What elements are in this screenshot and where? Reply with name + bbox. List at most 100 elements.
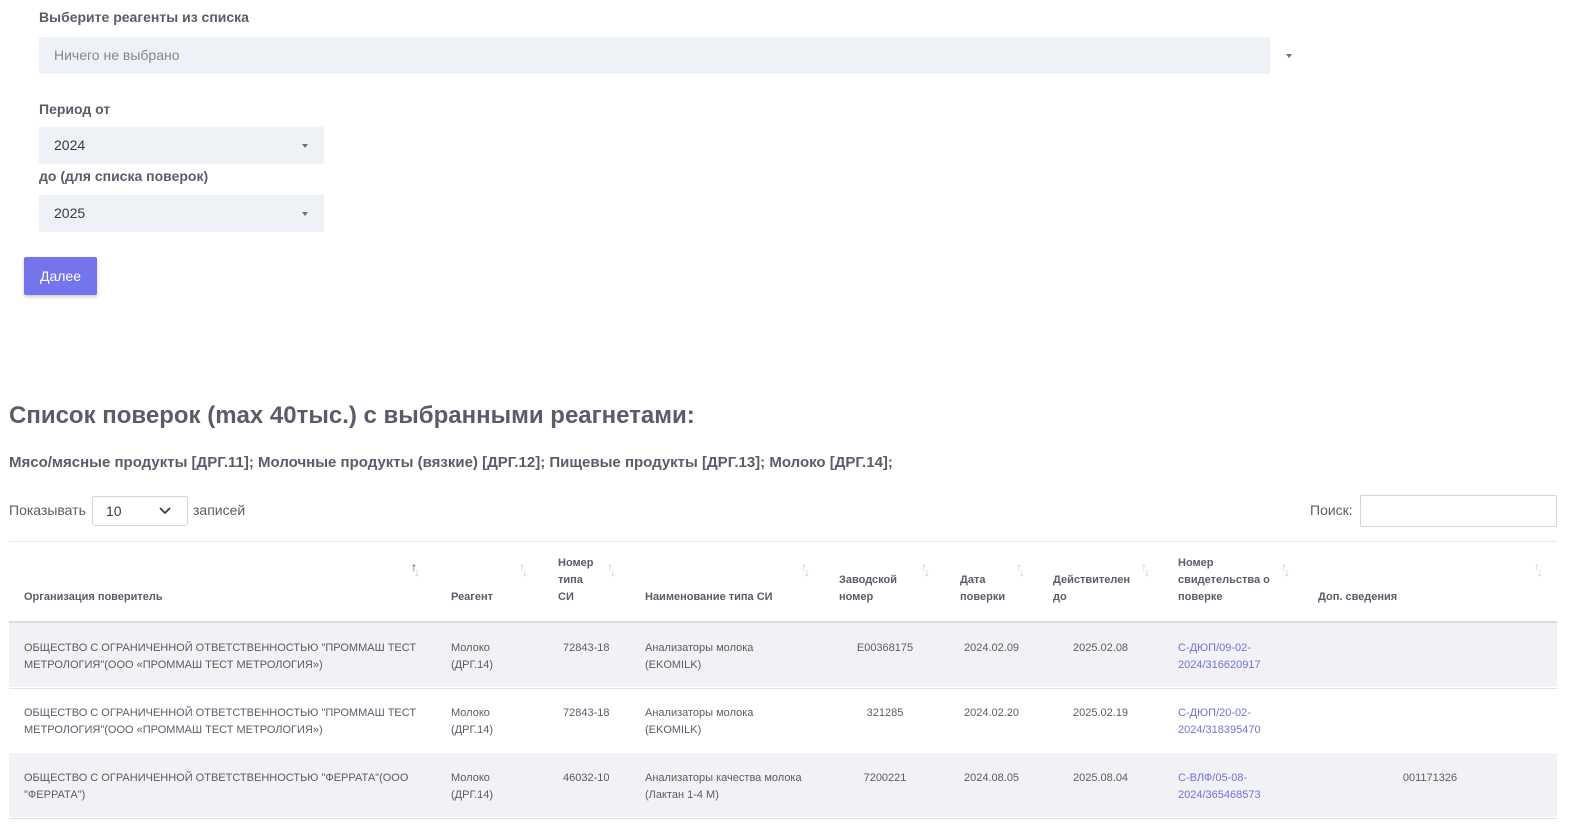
cell-type-name: Анализаторы качества молока (Лактан 1-4 М… [645, 770, 802, 803]
cell-organization: ОБЩЕСТВО С ОГРАНИЧЕННОЙ ОТВЕТСТВЕННОСТЬЮ… [24, 640, 416, 673]
header-label: Заводской [839, 574, 897, 586]
cell-reagent: Молоко (ДРГ.14) [451, 640, 493, 673]
table-top-border [9, 541, 1557, 542]
cell-reagent-line: Молоко [451, 642, 490, 654]
cell-valid-until: 2025.08.04 [1073, 772, 1129, 784]
cell-reagent-line: Молоко [451, 772, 490, 784]
header-label: Действителен [1053, 574, 1130, 586]
cell-certificate-line: 2024/318395470 [1178, 723, 1261, 736]
cell-type-name-line: Анализаторы молока [645, 707, 754, 719]
cell-type-name: Анализаторы молока (EKOMILK) [645, 640, 753, 673]
cell-certificate[interactable]: С-ДЮП/20-02- 2024/318395470 [1178, 705, 1261, 738]
caret-down-icon [302, 212, 308, 216]
cell-reagent-line: (ДРГ.14) [451, 788, 494, 801]
cell-verification-date: 2024.02.20 [964, 707, 1020, 719]
sort-icon[interactable]: ↑↓ [1141, 560, 1150, 579]
sort-icon[interactable]: ↑↓ [1016, 560, 1025, 579]
cell-reagent-line: (ДРГ.14) [451, 658, 494, 671]
cell-serial: 7200221 [863, 772, 907, 784]
header-label: типа [558, 574, 583, 586]
header-label: Доп. сведения [1318, 591, 1398, 603]
sort-icon[interactable]: ↑↓ [1281, 560, 1290, 579]
sort-icon[interactable]: ↑↓ [519, 560, 528, 579]
cell-type-name: Анализаторы молока (EKOMILK) [645, 705, 753, 738]
search-label: Поиск: [1310, 502, 1353, 518]
cell-type-name-line: (EKOMILK) [645, 723, 702, 736]
cell-type-number: 72843-18 [563, 707, 610, 719]
col-certificate-header[interactable]: Номер свидетельства о поверке [1178, 555, 1270, 606]
search-input[interactable] [1360, 495, 1557, 527]
cell-organization-line: "ФЕРРАТА") [24, 788, 86, 801]
next-button[interactable]: Далее [24, 257, 97, 295]
header-label: Номер [558, 557, 594, 569]
cell-organization-line: МЕТРОЛОГИЯ"(ООО «ПРОММАШ ТЕСТ МЕТРОЛОГИЯ… [24, 723, 323, 736]
cell-valid-until: 2025.02.08 [1073, 642, 1129, 654]
period-to-label: до (для списка поверок) [39, 168, 209, 184]
period-to-select[interactable]: 2025 [39, 195, 324, 232]
col-verification-date-header[interactable]: Дата поверки [960, 572, 1005, 606]
cell-certificate-line: С-ДЮП/20-02- [1178, 707, 1251, 719]
sort-icon[interactable]: ↑↓ [921, 560, 930, 579]
cell-reagent: Молоко (ДРГ.14) [451, 705, 493, 738]
col-organization-header[interactable]: Организация поверитель [24, 589, 163, 606]
cell-type-name-line: (Лактан 1-4 М) [645, 788, 719, 801]
caret-down-icon [1286, 54, 1292, 58]
sort-icon[interactable]: ↑↓ [607, 560, 616, 579]
cell-organization: ОБЩЕСТВО С ОГРАНИЧЕННОЙ ОТВЕТСТВЕННОСТЬЮ… [24, 770, 408, 803]
col-type-number-header[interactable]: Номер типа СИ [558, 555, 594, 606]
period-from-select[interactable]: 2024 [39, 127, 324, 164]
cell-type-name-line: Анализаторы молока [645, 642, 754, 654]
header-label: Номер [1178, 557, 1214, 569]
cell-organization-line: ОБЩЕСТВО С ОГРАНИЧЕННОЙ ОТВЕТСТВЕННОСТЬЮ… [24, 772, 409, 784]
records-label: записей [193, 502, 246, 518]
cell-serial: E00368175 [856, 642, 914, 654]
page-length-select[interactable]: 10 [92, 496, 188, 526]
reagents-select[interactable]: Ничего не выбрано [39, 37, 1292, 74]
cell-certificate[interactable]: С-ВЛФ/05-08- 2024/365468573 [1178, 770, 1261, 803]
show-label: Показывать [9, 502, 86, 518]
cell-type-number: 72843-18 [563, 642, 610, 654]
header-label: Наименование типа СИ [645, 591, 773, 603]
header-label: Реагент [451, 591, 494, 603]
col-serial-header[interactable]: Заводской номер [839, 572, 897, 606]
cell-organization-line: ОБЩЕСТВО С ОГРАНИЧЕННОЙ ОТВЕТСТВЕННОСТЬЮ… [24, 707, 417, 719]
cell-certificate-line: С-ДЮП/09-02- [1178, 642, 1251, 654]
header-label: СИ [558, 591, 574, 603]
sort-icon[interactable]: ↑↓ [801, 560, 810, 579]
cell-certificate-line: 2024/316620917 [1178, 658, 1261, 671]
header-label: поверке [1178, 591, 1223, 603]
sort-icon[interactable]: ↑↓ [1534, 560, 1543, 579]
cell-type-name-line: (EKOMILK) [645, 658, 702, 671]
selected-reagents: Мясо/мясные продукты [ДРГ.11]; Молочные … [9, 454, 893, 471]
cell-organization: ОБЩЕСТВО С ОГРАНИЧЕННОЙ ОТВЕТСТВЕННОСТЬЮ… [24, 705, 416, 738]
cell-organization-line: МЕТРОЛОГИЯ"(ООО «ПРОММАШ ТЕСТ МЕТРОЛОГИЯ… [24, 658, 323, 671]
row-divider [9, 818, 1557, 819]
col-type-name-header[interactable]: Наименование типа СИ [645, 589, 773, 606]
sort-icon[interactable]: ↑↓ [411, 560, 420, 579]
cell-verification-date: 2024.02.09 [964, 642, 1020, 654]
col-extra-header[interactable]: Доп. сведения [1318, 589, 1397, 606]
cell-extra: 001171326 [1402, 772, 1458, 784]
col-valid-until-header[interactable]: Действителен до [1053, 572, 1130, 606]
chevron-down-icon [159, 507, 171, 515]
header-label: свидетельства о [1178, 574, 1270, 586]
col-reagent-header[interactable]: Реагент [451, 589, 493, 606]
period-to-value: 2025 [54, 205, 86, 221]
cell-valid-until: 2025.02.19 [1073, 707, 1129, 719]
cell-certificate[interactable]: С-ДЮП/09-02- 2024/316620917 [1178, 640, 1261, 673]
header-label: Организация поверитель [24, 591, 163, 603]
cell-reagent-line: (ДРГ.14) [451, 723, 494, 736]
cell-type-name-line: Анализаторы качества молока [645, 772, 802, 784]
header-label: номер [839, 591, 874, 603]
period-from-label: Период от [39, 101, 111, 117]
cell-serial: 321285 [866, 707, 904, 719]
header-label: Дата [960, 574, 986, 586]
page-length-value: 10 [106, 503, 122, 519]
header-label: до [1053, 591, 1067, 603]
cell-verification-date: 2024.08.05 [964, 772, 1020, 784]
cell-organization-line: ОБЩЕСТВО С ОГРАНИЧЕННОЙ ОТВЕТСТВЕННОСТЬЮ… [24, 642, 417, 654]
caret-down-icon [302, 144, 308, 148]
cell-certificate-line: С-ВЛФ/05-08- [1178, 772, 1248, 784]
period-from-value: 2024 [54, 137, 86, 153]
list-title: Список поверок (max 40тыс.) с выбранными… [9, 402, 695, 429]
